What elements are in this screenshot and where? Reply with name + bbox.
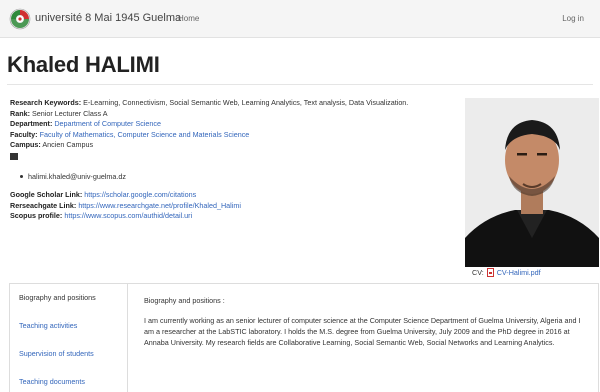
- tab-teaching-documents[interactable]: Teaching documents: [10, 368, 127, 392]
- profile-info: Research Keywords: E-Learning, Connectiv…: [10, 98, 455, 222]
- research-keywords-row: Research Keywords: E-Learning, Connectiv…: [10, 98, 455, 109]
- profile-photo: [465, 98, 599, 267]
- faculty-link[interactable]: Faculty of Mathematics, Computer Science…: [40, 130, 250, 139]
- content-text: I am currently working as an senior lect…: [144, 316, 581, 347]
- researchgate-label: Rerseachgate Link:: [10, 200, 77, 210]
- campus-row: Campus: Ancien Campus: [10, 140, 455, 151]
- faculty-row: Faculty: Faculty of Mathematics, Compute…: [10, 130, 455, 141]
- tab-supervision[interactable]: Supervision of students: [10, 340, 127, 368]
- scopus-label: Scopus profile:: [10, 211, 63, 221]
- vcard-icon[interactable]: [10, 152, 18, 160]
- scopus-row: Scopus profile: https://www.scopus.com/a…: [10, 211, 455, 222]
- campus-value: Ancien Campus: [42, 140, 94, 150]
- nav-home-link[interactable]: Home: [178, 14, 199, 23]
- pdf-icon: [486, 268, 494, 277]
- rank-label: Rank:: [10, 108, 30, 118]
- researchgate-row: Rerseachgate Link: https://www.researchg…: [10, 201, 455, 212]
- profile-photo-image: [465, 98, 599, 267]
- brand-link[interactable]: université 8 Mai 1945 Guelma: [35, 12, 181, 24]
- vcard-row: [10, 151, 455, 164]
- navbar: université 8 Mai 1945 Guelma Home Log in: [0, 0, 600, 38]
- research-keywords-label: Research Keywords:: [10, 98, 82, 107]
- email-row: halimi.khaled@univ-guelma.dz: [20, 172, 455, 183]
- cv-label: CV:: [472, 268, 484, 277]
- tabs-panel: Biography and positions Teaching activit…: [9, 283, 128, 392]
- rank-value: Senior Lecturer Class A: [31, 108, 108, 118]
- content-heading: Biography and positions :: [144, 296, 225, 305]
- email-value[interactable]: halimi.khaled@univ-guelma.dz: [28, 172, 126, 183]
- research-keywords-value: E-Learning, Connectivism, Social Semanti…: [83, 98, 409, 107]
- bullet-icon: [20, 175, 23, 179]
- cv-download-link[interactable]: CV-Halimi.pdf: [497, 268, 541, 277]
- google-scholar-label: Google Scholar Link:: [10, 190, 83, 200]
- tab-teaching-activities[interactable]: Teaching activities: [10, 312, 127, 340]
- scopus-link[interactable]: https://www.scopus.com/authid/detail.uri: [64, 211, 192, 220]
- cv-row: CV: CV-Halimi.pdf: [472, 268, 541, 277]
- campus-label: Campus:: [10, 140, 41, 150]
- faculty-label: Faculty:: [10, 129, 38, 139]
- university-logo-icon[interactable]: [9, 8, 31, 30]
- google-scholar-row: Google Scholar Link: https://scholar.goo…: [10, 190, 455, 201]
- google-scholar-link[interactable]: https://scholar.google.com/citations: [84, 190, 196, 199]
- tab-content: Biography and positions : I am currently…: [128, 283, 599, 392]
- page-title: Khaled HALIMI: [7, 52, 160, 77]
- tab-biography[interactable]: Biography and positions: [10, 284, 127, 312]
- researchgate-link[interactable]: https://www.researchgate.net/profile/Kha…: [78, 201, 241, 210]
- rank-row: Rank: Senior Lecturer Class A: [10, 109, 455, 120]
- department-row: Department: Department of Computer Scien…: [10, 119, 455, 130]
- department-link[interactable]: Department of Computer Science: [54, 119, 161, 128]
- divider: [7, 84, 593, 85]
- login-link[interactable]: Log in: [562, 14, 584, 23]
- department-label: Department:: [10, 119, 53, 129]
